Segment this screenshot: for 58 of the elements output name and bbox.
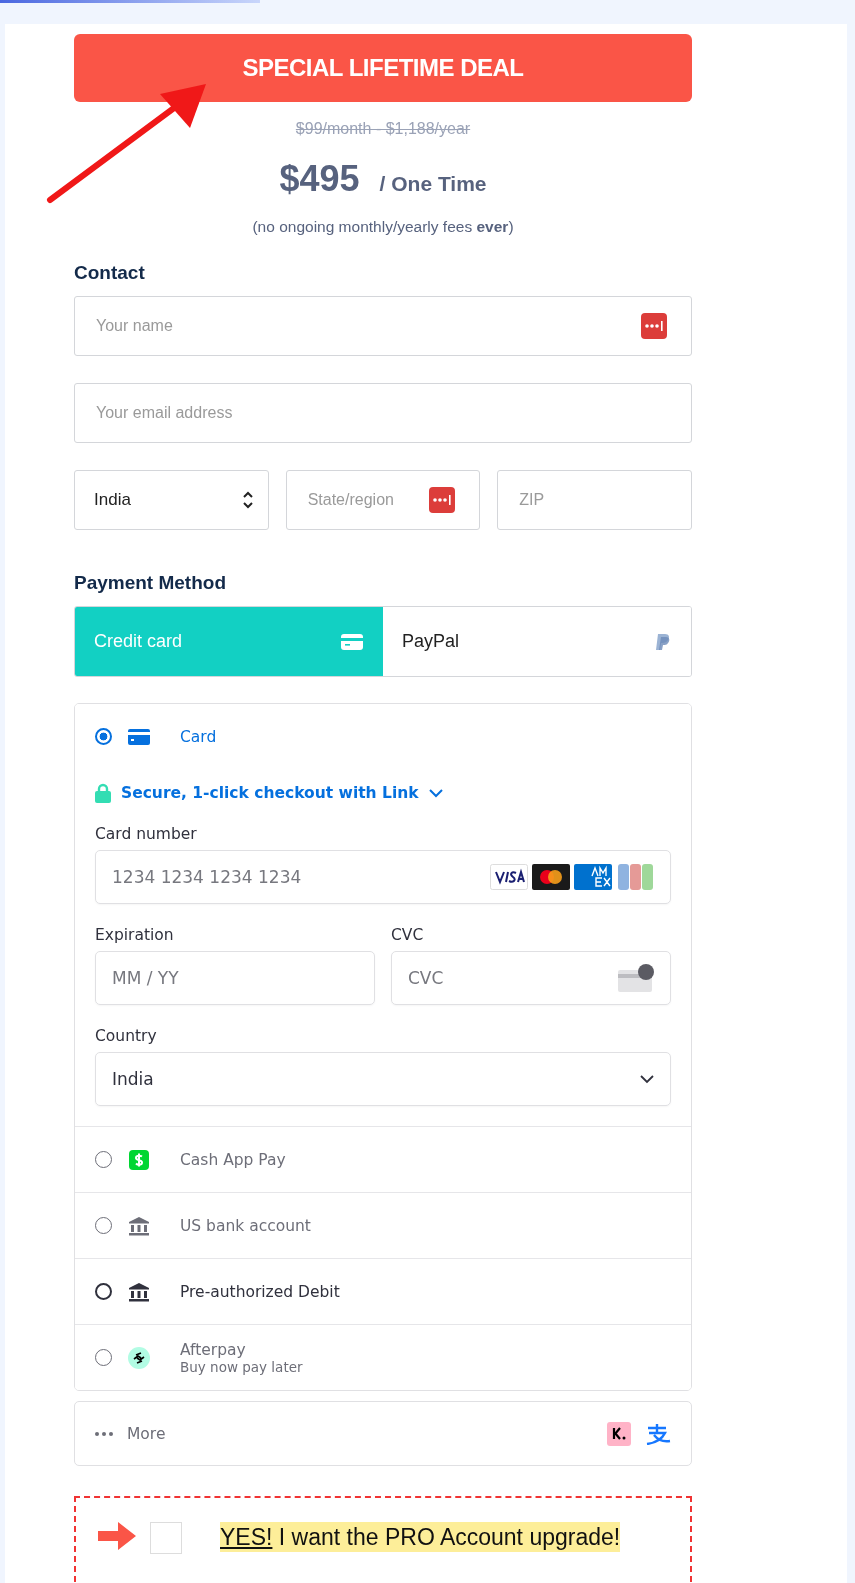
- password-manager-icon[interactable]: [429, 487, 456, 513]
- method-label: Afterpay: [180, 1340, 247, 1359]
- email-field[interactable]: Your email address: [74, 383, 692, 443]
- more-methods-button[interactable]: More: [74, 1401, 692, 1466]
- lock-icon: [95, 783, 111, 803]
- credit-card-icon: [128, 728, 150, 745]
- field-label: Card number: [95, 825, 198, 843]
- section-heading: Payment Method: [74, 572, 227, 594]
- paypal-icon: [655, 632, 671, 651]
- alipay-icon: [645, 1422, 671, 1445]
- radio-button[interactable]: [95, 1217, 112, 1234]
- radio-button[interactable]: [95, 1349, 112, 1366]
- price-amount: $495: [279, 158, 360, 200]
- jcb-logo: [616, 864, 654, 890]
- field-label: Country: [95, 1027, 158, 1045]
- visa-logo: [490, 864, 528, 890]
- afterpay-icon: [128, 1346, 150, 1369]
- field-label: CVC: [391, 926, 425, 944]
- amex-logo: [574, 864, 612, 890]
- radio-button[interactable]: [95, 1151, 112, 1168]
- password-manager-icon[interactable]: [641, 313, 667, 339]
- expiration-field[interactable]: MM / YY: [95, 951, 375, 1005]
- method-label: US bank account: [180, 1216, 311, 1235]
- country-select[interactable]: India: [74, 470, 269, 530]
- arrow-icon: [98, 1522, 136, 1550]
- state-field[interactable]: State/region: [285, 470, 481, 530]
- method-label: Cash App Pay: [180, 1150, 286, 1169]
- upgrade-label: YES! I want the PRO Account upgrade!: [220, 1522, 621, 1552]
- sort-arrows-icon: [241, 491, 254, 509]
- chevron-down-icon: [640, 1074, 654, 1084]
- bank-icon: [128, 1215, 150, 1236]
- card-number-field[interactable]: 1234 1234 1234 1234: [95, 850, 671, 904]
- dollar-icon: [129, 1149, 149, 1170]
- price-period: / One Time: [379, 172, 487, 196]
- credit-card-icon: [341, 633, 363, 650]
- name-field[interactable]: Your name: [74, 296, 692, 356]
- cvc-field[interactable]: CVC: [391, 951, 671, 1005]
- chevron-down-icon: [428, 788, 443, 798]
- klarna-icon: [607, 1421, 631, 1446]
- method-label: Card: [180, 727, 217, 746]
- cvc-card-icon: [618, 964, 654, 992]
- method-label: Pre-authorized Debit: [180, 1282, 340, 1301]
- old-price: $99/month - $1,188/year: [295, 120, 471, 138]
- method-subtitle: Buy now pay later: [180, 1358, 303, 1375]
- country-select[interactable]: India: [95, 1052, 671, 1106]
- deal-button[interactable]: SPECIAL LIFETIME DEAL: [74, 34, 692, 102]
- mastercard-logo: [532, 864, 570, 890]
- section-heading: Contact: [74, 262, 145, 284]
- bank-icon: [128, 1281, 150, 1302]
- upgrade-checkbox[interactable]: [150, 1522, 182, 1554]
- zip-field[interactable]: ZIP: [497, 470, 692, 530]
- link-checkout-toggle[interactable]: Secure, 1-click checkout with Link: [95, 783, 443, 803]
- price-note: (no ongoing monthly/yearly fees ever): [252, 218, 514, 236]
- radio-button[interactable]: [95, 728, 112, 745]
- more-icon: [95, 1431, 113, 1436]
- payment-method-row[interactable]: Afterpay Buy now pay later: [75, 1324, 691, 1390]
- radio-button[interactable]: [95, 1283, 112, 1300]
- field-label: Expiration: [95, 926, 175, 944]
